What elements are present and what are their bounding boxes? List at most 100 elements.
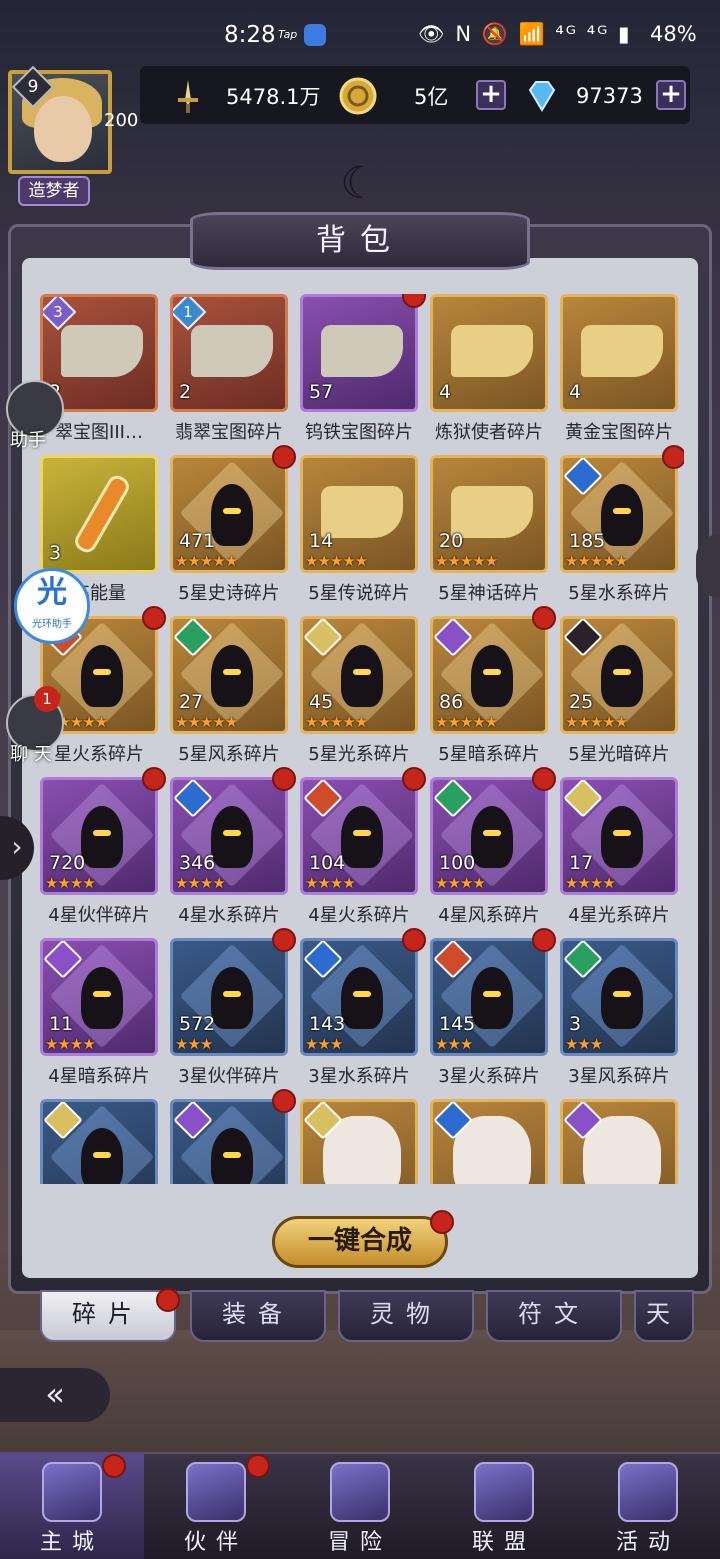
item-slot[interactable]: 185 ★★★★★ 5星水系碎片 xyxy=(560,445,684,610)
item-slot[interactable]: 143 ★★★ 3星水系碎片 xyxy=(300,928,426,1093)
item-slot[interactable]: 27 ★★★★★ 5星风系碎片 xyxy=(170,616,288,771)
aura-helper-button[interactable]: 光 光环助手 xyxy=(14,568,90,644)
notification-dot xyxy=(272,445,296,469)
item-slot[interactable]: 572 ★★★ 3星伙伴碎片 xyxy=(170,928,296,1093)
item-tile[interactable]: 27 ★★★★★ xyxy=(170,616,288,734)
item-slot[interactable]: 20 ★★★★★ 5星神话碎片 xyxy=(430,455,548,610)
item-slot[interactable]: 25 ★★★★★ 5星光暗碎片 xyxy=(560,616,678,771)
status-bar: 8:28 Tap 👁 N 🔕 📶 ⁴ᴳ ⁴ᴳ ▮ 48% xyxy=(0,0,720,70)
add-gems-button[interactable]: + xyxy=(656,80,686,110)
item-label: 3星风系碎片 xyxy=(568,1066,670,1087)
item-slot[interactable]: 11 ★★★★ 4星暗系碎片 xyxy=(40,938,158,1093)
item-tile[interactable]: 3 xyxy=(40,455,158,573)
item-slot[interactable] xyxy=(300,1099,418,1184)
item-slot[interactable]: 17 ★★★★ 4星光系碎片 xyxy=(560,777,678,932)
item-tile[interactable]: 57 xyxy=(300,294,418,412)
item-tile[interactable]: 86 ★★★★★ xyxy=(430,616,548,734)
item-tile[interactable]: 4 xyxy=(560,294,678,412)
item-tile[interactable]: 572 ★★★ xyxy=(170,938,288,1056)
item-label: 3星伙伴碎片 xyxy=(178,1066,280,1087)
item-slot[interactable] xyxy=(430,1099,548,1184)
item-count: 86 xyxy=(439,691,464,713)
player-rank-badge: 造梦者 xyxy=(18,176,90,206)
map-fragment-icon xyxy=(451,325,533,377)
item-tile[interactable]: 145 ★★★ xyxy=(430,938,548,1056)
back-button[interactable]: « xyxy=(0,1368,110,1422)
shield-icon xyxy=(474,1462,534,1522)
item-tile[interactable]: 45 ★★★★★ xyxy=(300,616,418,734)
item-count: 104 xyxy=(309,852,346,874)
nav-events[interactable]: 活动 xyxy=(576,1452,720,1559)
item-tile[interactable]: 11 ★★★★ xyxy=(40,938,158,1056)
merge-all-button[interactable]: 一键合成 xyxy=(272,1216,448,1268)
item-label: 3星火系碎片 xyxy=(438,1066,540,1087)
item-slot[interactable]: 104 ★★★★ 4星火系碎片 xyxy=(300,767,426,932)
item-tile[interactable] xyxy=(40,1099,158,1184)
item-tile[interactable] xyxy=(430,1099,548,1184)
item-tile[interactable]: 25 ★★★★★ xyxy=(560,616,678,734)
item-tile[interactable]: 12 xyxy=(170,294,288,412)
item-slot[interactable] xyxy=(170,1089,296,1184)
nav-label: 联盟 xyxy=(471,1530,536,1555)
tab-spirits[interactable]: 灵物 xyxy=(338,1290,474,1342)
item-tile[interactable]: 3 ★★★ xyxy=(560,938,678,1056)
hooded-figure-icon xyxy=(601,484,643,546)
item-count: 572 xyxy=(179,1013,216,1035)
tab-runes[interactable]: 符文 xyxy=(486,1290,622,1342)
item-tile[interactable]: 4 xyxy=(430,294,548,412)
add-gold-button[interactable]: + xyxy=(476,80,506,110)
item-count: 20 xyxy=(439,530,464,552)
item-tile[interactable] xyxy=(300,1099,418,1184)
item-tile[interactable]: 346 ★★★★ xyxy=(170,777,288,895)
item-slot[interactable]: 471 ★★★★★ 5星史诗碎片 xyxy=(170,445,296,610)
item-tile[interactable]: 14 ★★★★★ xyxy=(300,455,418,573)
hooded-figure-icon xyxy=(81,967,123,1029)
item-label: 5星传说碎片 xyxy=(308,583,410,604)
item-slot[interactable]: 4 黄金宝图碎片 xyxy=(560,294,678,449)
tier-number: 3 xyxy=(53,303,63,321)
gem-display: 97373 xyxy=(522,76,643,116)
item-slot[interactable] xyxy=(40,1099,158,1184)
item-slot[interactable]: 100 ★★★★ 4星风系碎片 xyxy=(430,767,556,932)
item-slot[interactable]: 3 ★★★ 3星风系碎片 xyxy=(560,938,678,1093)
castle-icon xyxy=(42,1462,102,1522)
tab-fragments-dot xyxy=(156,1288,180,1312)
nav-adventure[interactable]: 冒险 xyxy=(288,1452,432,1559)
hooded-figure-icon xyxy=(601,806,643,868)
item-tile[interactable]: 185 ★★★★★ xyxy=(560,455,678,573)
map-fragment-icon xyxy=(321,486,403,538)
item-count: 346 xyxy=(179,852,216,874)
item-tile[interactable]: 471 ★★★★★ xyxy=(170,455,288,573)
nav-alliance[interactable]: 联盟 xyxy=(432,1452,576,1559)
item-count: 45 xyxy=(309,691,334,713)
item-count: 720 xyxy=(49,852,86,874)
item-slot[interactable]: 346 ★★★★ 4星水系碎片 xyxy=(170,767,296,932)
item-tile[interactable]: 100 ★★★★ xyxy=(430,777,548,895)
item-slot[interactable]: 1 2 翡翠宝图碎片 xyxy=(170,294,288,449)
notification-dot xyxy=(272,1089,296,1113)
item-slot[interactable]: 4 炼狱使者碎片 xyxy=(430,294,548,449)
map-fragment-icon xyxy=(451,486,533,538)
item-tile[interactable]: 104 ★★★★ xyxy=(300,777,418,895)
item-slot[interactable]: 57 钨铁宝图碎片 xyxy=(300,294,426,449)
item-slot[interactable]: 45 ★★★★★ 5星光系碎片 xyxy=(300,616,418,771)
item-tile[interactable]: 20 ★★★★★ xyxy=(430,455,548,573)
item-tile[interactable]: 143 ★★★ xyxy=(300,938,418,1056)
item-slot[interactable]: 86 ★★★★★ 5星暗系碎片 xyxy=(430,606,556,771)
item-tile[interactable]: 720 ★★★★ xyxy=(40,777,158,895)
tab-equipment[interactable]: 装备 xyxy=(190,1290,326,1342)
star-rating: ★★★★ xyxy=(45,874,96,892)
item-count: 17 xyxy=(569,852,594,874)
item-tile[interactable]: 17 ★★★★ xyxy=(560,777,678,895)
notification-dot xyxy=(662,445,684,469)
item-slot[interactable] xyxy=(560,1099,678,1184)
item-tile[interactable] xyxy=(560,1099,678,1184)
item-slot[interactable]: 145 ★★★ 3星火系碎片 xyxy=(430,928,556,1093)
item-label: 4星水系碎片 xyxy=(178,905,280,926)
tab-more[interactable]: 天 xyxy=(634,1290,694,1342)
item-tile[interactable] xyxy=(170,1099,288,1184)
item-grid: 32翠宝图III…12翡翠宝图碎片57钨铁宝图碎片4炼狱使者碎片4黄金宝图碎片3… xyxy=(40,294,684,1184)
notification-dot xyxy=(402,767,426,791)
item-slot[interactable]: 14 ★★★★★ 5星传说碎片 xyxy=(300,455,418,610)
item-slot[interactable]: 720 ★★★★ 4星伙伴碎片 xyxy=(40,767,166,932)
